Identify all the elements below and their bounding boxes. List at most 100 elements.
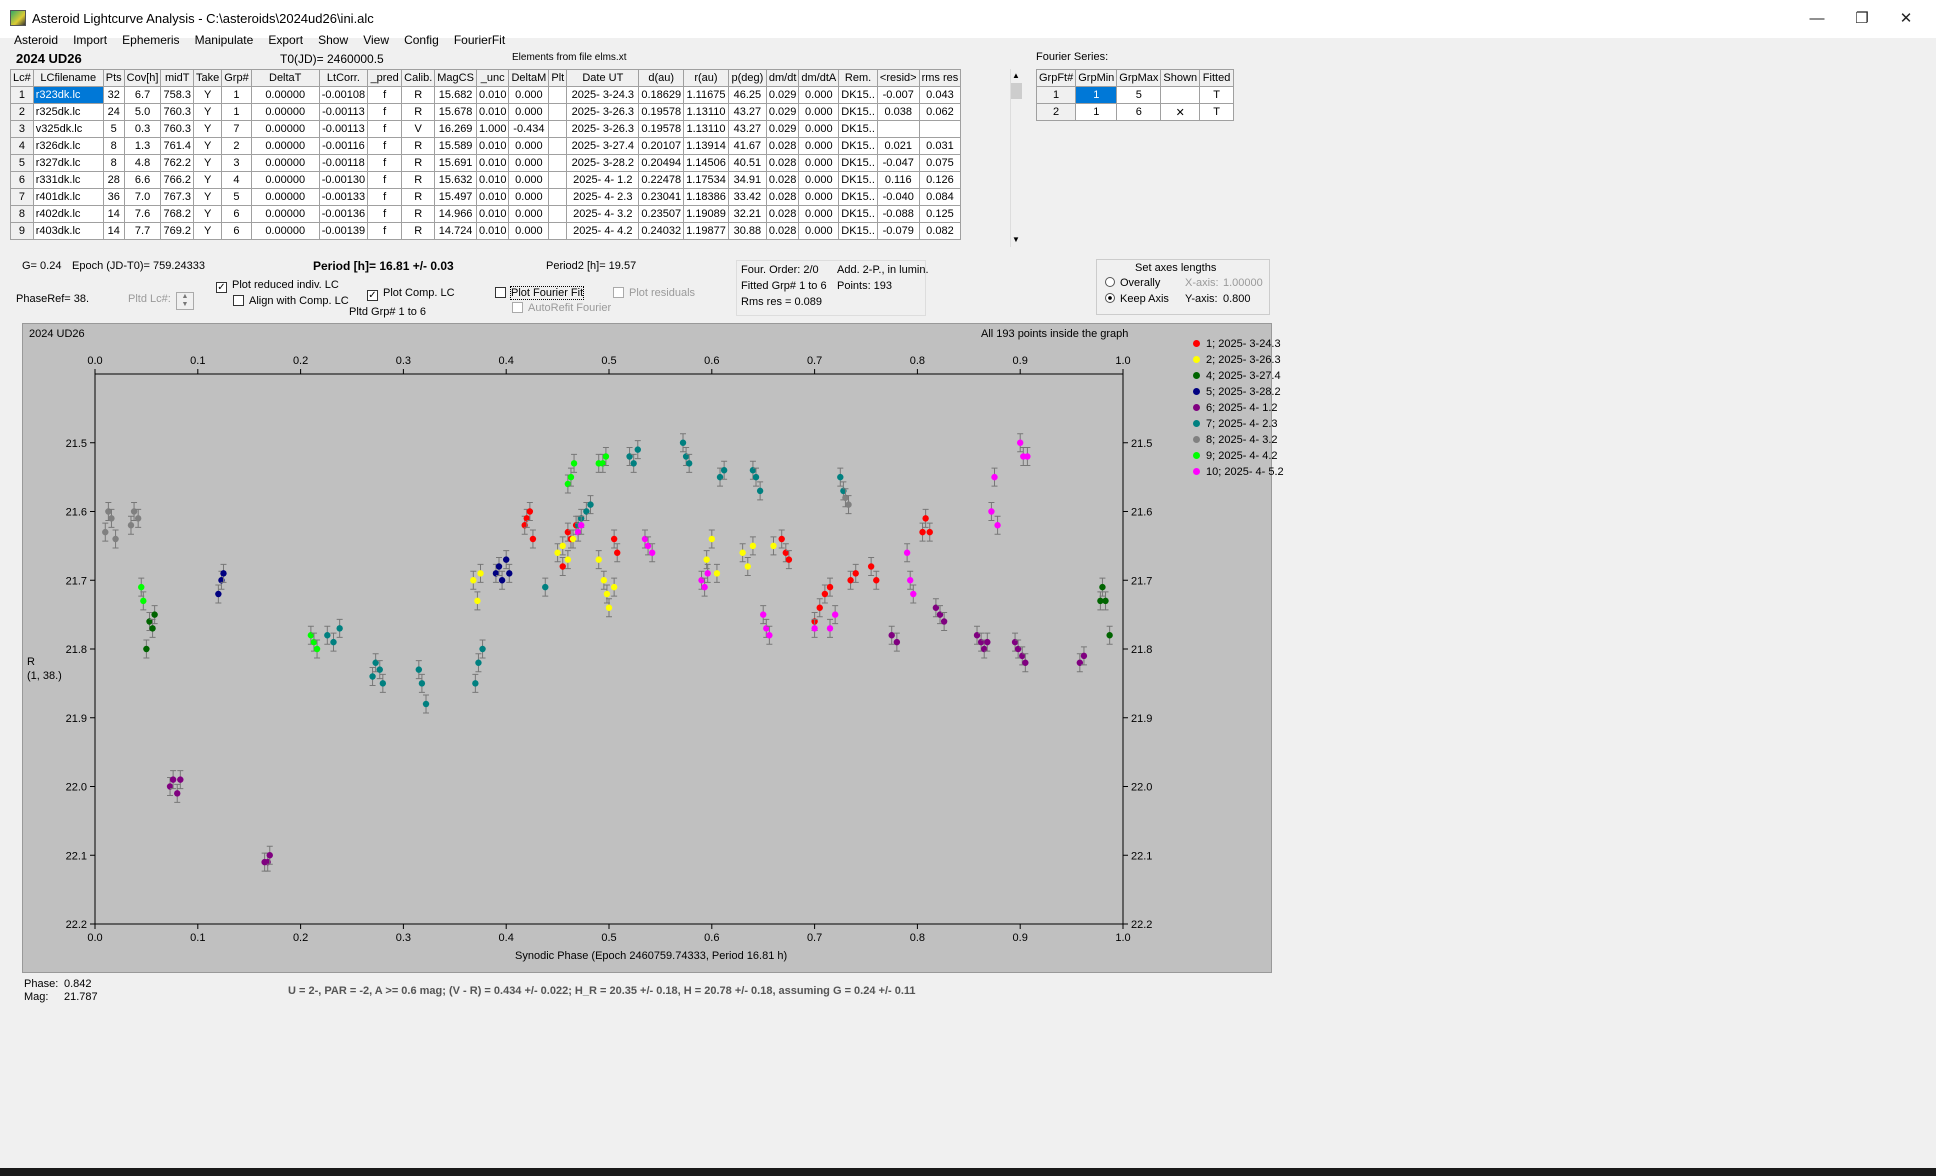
fourier-table-cell[interactable]: 2 [1035,103,1077,121]
lc-table-cell[interactable]: 4 [10,137,34,155]
lc-table-cell[interactable]: Y [192,205,223,223]
lc-table-cell[interactable]: 1.19877 [683,222,729,240]
lc-table-row[interactable]: 6 r331dk.lc 28 6.6 766.2 Y 4 0.00000 -0.00130 f R 1… [10,171,962,189]
lc-table-cell[interactable]: 0.021 [876,137,920,155]
lc-table-cell[interactable]: 14 [102,222,125,240]
plot-fourier-checkbox[interactable]: Plot Fourier Fit [495,286,585,300]
lc-table-cell[interactable]: 0.000 [508,222,550,240]
lc-col-header[interactable]: MagCS [434,69,477,87]
lc-table-cell[interactable]: 2025- 3-26.3 [566,120,640,138]
lc-table-cell[interactable]: -0.079 [876,222,920,240]
menu-asteroid[interactable]: Asteroid [8,32,64,48]
lc-col-header[interactable]: Plt [548,69,568,87]
lc-table-cell[interactable]: Y [192,171,223,189]
lc-table-cell[interactable] [548,171,568,189]
lc-table-cell[interactable]: 4.8 [123,154,162,172]
lc-col-header[interactable]: LCfilename [32,69,104,87]
lc-table-cell[interactable]: 0.116 [876,171,920,189]
lc-table-cell[interactable]: R [401,171,436,189]
lc-table-cell[interactable]: 0.000 [508,205,550,223]
lc-table-cell[interactable]: 15.589 [434,137,477,155]
lc-table-cell[interactable]: 6 [10,171,34,189]
lc-table-cell[interactable]: Y [192,120,223,138]
lc-table-cell[interactable]: 0.028 [765,154,800,172]
lc-table-cell[interactable]: 0.000 [798,86,840,104]
lc-table-cell[interactable]: 0.000 [508,86,550,104]
lc-table-row[interactable]: 9 r403dk.lc 14 7.7 769.2 Y 6 0.00000 -0.00139 f R 1… [10,222,962,240]
fourier-col-header[interactable]: GrpMax [1116,69,1162,87]
lc-table-cell[interactable]: 0.010 [475,137,510,155]
lc-table-cell[interactable]: 5.0 [123,103,162,121]
lc-table-cell[interactable]: 2025- 3-26.3 [566,103,640,121]
lc-table-cell[interactable]: r331dk.lc [32,171,104,189]
lc-table-cell[interactable]: 1 [221,86,252,104]
lc-table-cell[interactable]: R [401,86,436,104]
lc-table-cell[interactable]: f [367,222,403,240]
plot-reduced-checkbox[interactable]: ✓ Plot reduced indiv. LC [216,279,339,293]
lc-table-cell[interactable]: DK15.. [838,120,878,138]
lc-table-cell[interactable]: 0.18629 [638,86,685,104]
scroll-down-icon[interactable]: ▼ [1012,235,1020,244]
lc-table-cell[interactable] [548,154,568,172]
lc-table-cell[interactable] [548,205,568,223]
lc-table-cell[interactable]: R [401,137,436,155]
lc-table-cell[interactable] [548,137,568,155]
lc-table-row[interactable]: 4 r326dk.lc 8 1.3 761.4 Y 2 0.00000 -0.00116 f R 15… [10,137,962,155]
lc-table-cell[interactable]: 16.269 [434,120,477,138]
lc-table-cell[interactable]: 6.7 [123,86,162,104]
lc-table-cell[interactable] [548,222,568,240]
overall-radio[interactable]: Overally [1105,277,1160,289]
fourier-table-row[interactable]: 2 1 6 ✕ T [1035,103,1235,121]
lc-table-cell[interactable]: 7 [10,188,34,206]
lc-table-cell[interactable]: 2 [10,103,34,121]
lc-table-cell[interactable]: 0.000 [798,222,840,240]
lc-table-cell[interactable]: R [401,103,436,121]
fourier-table-cell[interactable]: T [1199,103,1235,121]
lc-table-cell[interactable]: 3 [221,154,252,172]
lc-table-cell[interactable]: 7.7 [123,222,162,240]
lc-table-cell[interactable]: -0.00113 [318,120,369,138]
lc-table-cell[interactable]: 0.010 [475,154,510,172]
lc-table-cell[interactable]: 1.19089 [683,205,729,223]
lc-table-cell[interactable]: 1.11675 [683,86,729,104]
lc-table-cell[interactable]: 0.028 [765,205,800,223]
lc-table-cell[interactable]: 8 [102,154,125,172]
lc-table-cell[interactable]: 1.13110 [683,120,729,138]
fourier-table-cell[interactable]: 1 [1035,86,1077,104]
menu-view[interactable]: View [357,32,395,48]
lc-table-cell[interactable]: 30.88 [727,222,767,240]
lc-table-cell[interactable]: r402dk.lc [32,205,104,223]
lc-col-header[interactable]: Date UT [566,69,640,87]
fourier-col-header[interactable]: GrpMin [1075,69,1118,87]
lc-table-cell[interactable]: 15.678 [434,103,477,121]
lc-col-header[interactable]: _unc [475,69,510,87]
fourier-table-cell[interactable]: T [1199,86,1235,104]
lc-table-cell[interactable]: 0.00000 [250,205,320,223]
lc-col-header[interactable]: Take [192,69,223,87]
lc-col-header[interactable]: r(au) [683,69,729,87]
lc-table-cell[interactable]: 0.00000 [250,120,320,138]
lc-table-cell[interactable]: -0.00130 [318,171,369,189]
lc-table-cell[interactable]: DK15.. [838,222,878,240]
lc-table-cell[interactable]: 34.91 [727,171,767,189]
lc-table-cell[interactable]: 32 [102,86,125,104]
lc-table-cell[interactable]: 0.029 [765,120,800,138]
lc-table-cell[interactable]: f [367,171,403,189]
lc-table-cell[interactable] [548,188,568,206]
lc-table-cell[interactable]: 0.010 [475,188,510,206]
lc-table-cell[interactable]: 0.20494 [638,154,685,172]
lc-table-cell[interactable]: 0.010 [475,86,510,104]
menu-ephemeris[interactable]: Ephemeris [116,32,185,48]
lc-table-cell[interactable]: -0.00116 [318,137,369,155]
lc-table-cell[interactable]: 15.691 [434,154,477,172]
lc-table-cell[interactable]: v325dk.lc [32,120,104,138]
lc-col-header[interactable]: Grp# [221,69,252,87]
lc-table-cell[interactable]: 0.043 [918,86,962,104]
lc-table-cell[interactable]: 1.17534 [683,171,729,189]
lc-table-scrollbar[interactable]: ▲ ▼ [1010,69,1022,247]
lc-table-cell[interactable]: 40.51 [727,154,767,172]
lc-table-cell[interactable]: 2025- 3-27.4 [566,137,640,155]
lc-table-cell[interactable]: DK15.. [838,137,878,155]
lc-table-cell[interactable]: R [401,205,436,223]
lc-table-cell[interactable] [876,120,920,138]
